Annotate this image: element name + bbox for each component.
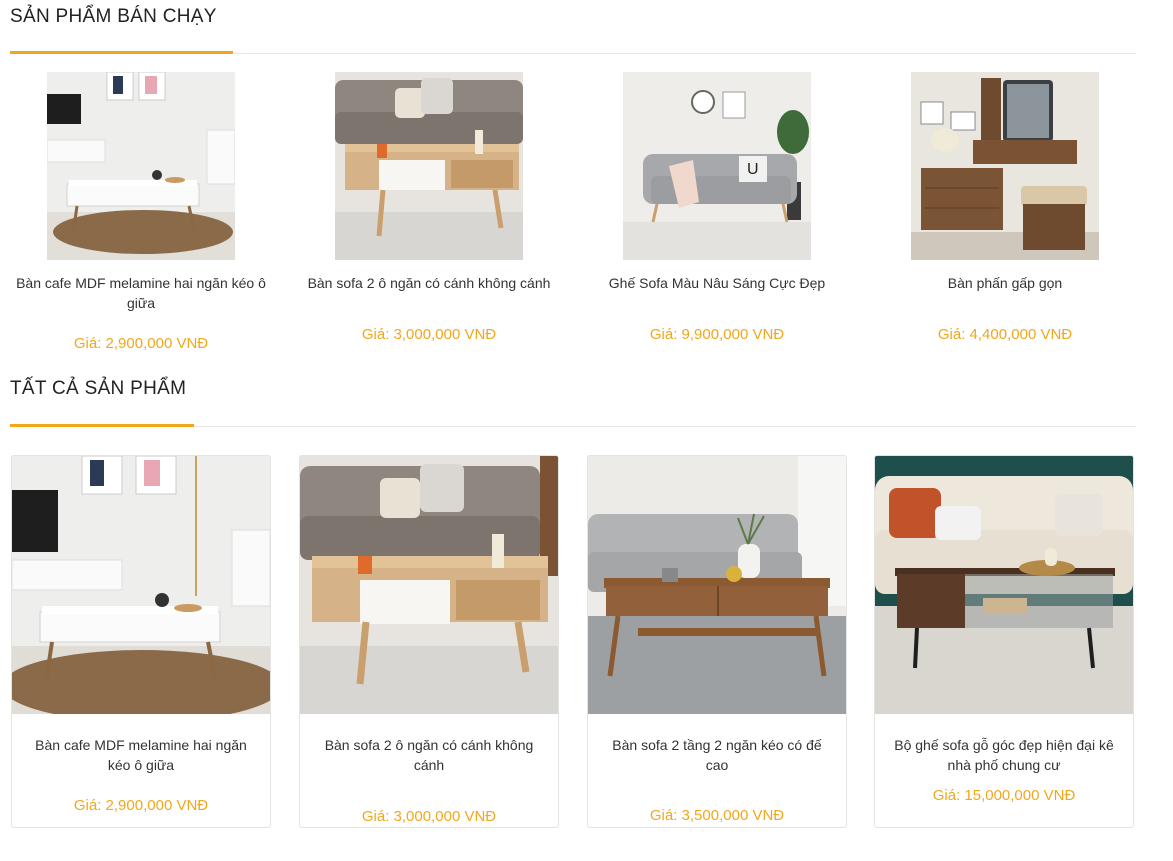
all-products-accent-bar [10, 424, 194, 427]
product-price: Giá: 9,900,000 VNĐ [649, 326, 785, 343]
best-seller-item[interactable]: U Ghế Sofa Màu Nâu Sáng Cực Đẹp Giá: 9,9… [582, 72, 852, 343]
glass-top-table-sofa-image[interactable] [875, 456, 1133, 714]
product-name[interactable]: Bàn sofa 2 ô ngăn có cánh không cánh [300, 735, 558, 775]
best-sellers-title: SẢN PHẨM BÁN CHẠY [10, 6, 217, 27]
oak-sofa-table-image[interactable] [335, 72, 523, 260]
white-coffee-table-image[interactable] [47, 72, 235, 260]
product-name[interactable]: Bàn phấn gấp gọn [870, 273, 1140, 293]
product-name[interactable]: Bộ ghế sofa gỗ góc đẹp hiện đại kê nhà p… [875, 735, 1133, 775]
best-seller-item[interactable]: Bàn sofa 2 ô ngăn có cánh không cánh Giá… [294, 72, 564, 343]
product-name[interactable]: Bàn sofa 2 ô ngăn có cánh không cánh [294, 273, 564, 293]
grey-sofa-image[interactable]: U [623, 72, 811, 260]
product-price: Giá: 3,000,000 VNĐ [361, 808, 497, 825]
product-name[interactable]: Ghế Sofa Màu Nâu Sáng Cực Đẹp [582, 273, 852, 293]
dressing-table-image[interactable] [911, 72, 1099, 260]
best-seller-item[interactable]: Bàn cafe MDF melamine hai ngăn kéo ô giữ… [6, 72, 276, 352]
product-price: Giá: 3,500,000 VNĐ [649, 807, 785, 824]
best-sellers-accent-bar [10, 51, 233, 54]
product-card[interactable]: Bàn sofa 2 tầng 2 ngăn kéo có đế cao Giá… [587, 455, 847, 828]
best-seller-item[interactable]: Bàn phấn gấp gọn Giá: 4,400,000 VNĐ [870, 72, 1140, 343]
product-price: Giá: 2,900,000 VNĐ [73, 797, 209, 814]
product-price: Giá: 3,000,000 VNĐ [361, 326, 497, 343]
product-card[interactable]: Bộ ghế sofa gỗ góc đẹp hiện đại kê nhà p… [874, 455, 1134, 828]
product-name[interactable]: Bàn cafe MDF melamine hai ngăn kéo ô giữ… [12, 735, 270, 775]
walnut-two-tier-table-image[interactable] [588, 456, 846, 714]
svg-text:U: U [747, 161, 759, 178]
product-price: Giá: 15,000,000 VNĐ [932, 787, 1076, 804]
product-card[interactable]: Bàn cafe MDF melamine hai ngăn kéo ô giữ… [11, 455, 271, 828]
product-name[interactable]: Bàn sofa 2 tầng 2 ngăn kéo có đế cao [588, 735, 846, 775]
product-card[interactable]: Bàn sofa 2 ô ngăn có cánh không cánh Giá… [299, 455, 559, 828]
oak-sofa-table-image[interactable] [300, 456, 558, 714]
white-coffee-table-image[interactable] [12, 456, 270, 714]
product-price: Giá: 2,900,000 VNĐ [73, 335, 209, 352]
all-products-title: TẤT CẢ SẢN PHẨM [10, 378, 187, 399]
product-price: Giá: 4,400,000 VNĐ [937, 326, 1073, 343]
product-name[interactable]: Bàn cafe MDF melamine hai ngăn kéo ô giữ… [6, 273, 276, 313]
